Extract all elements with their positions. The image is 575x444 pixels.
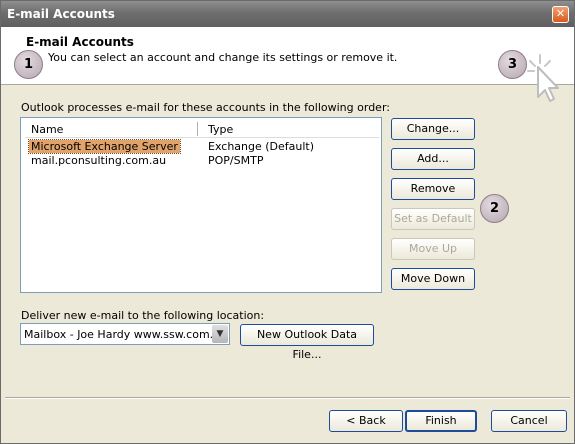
page-subtitle: You can select an account and change its… bbox=[48, 51, 398, 64]
account-row[interactable]: mail.pconsulting.com.au POP/SMTP bbox=[26, 154, 380, 168]
column-header-name[interactable]: Name bbox=[31, 123, 63, 136]
accounts-list[interactable]: Name Type Microsoft Exchange Server Exch… bbox=[20, 117, 382, 293]
callout-badge-2: 2 bbox=[480, 194, 509, 223]
move-up-button[interactable]: Move Up bbox=[391, 238, 475, 260]
delivery-location-value: Mailbox - Joe Hardy www.ssw.com.au bbox=[24, 328, 227, 341]
footer-divider bbox=[5, 397, 570, 399]
column-header-type[interactable]: Type bbox=[208, 123, 233, 136]
remove-button[interactable]: Remove bbox=[391, 178, 475, 200]
column-divider bbox=[197, 122, 198, 136]
delivery-location-select[interactable]: Mailbox - Joe Hardy www.ssw.com.au ▼ bbox=[20, 323, 230, 345]
back-button[interactable]: < Back bbox=[329, 410, 403, 432]
accounts-label: Outlook processes e-mail for these accou… bbox=[21, 101, 390, 114]
wizard-header: E-mail Accounts You can select an accoun… bbox=[1, 27, 574, 102]
new-data-file-label: New Outlook Data File... bbox=[256, 328, 358, 361]
account-name: mail.pconsulting.com.au bbox=[31, 154, 167, 167]
new-outlook-data-file-button[interactable]: New Outlook Data File... bbox=[240, 324, 374, 361]
deliver-location-label: Deliver new e-mail to the following loca… bbox=[21, 309, 265, 322]
back-button-label: < Back bbox=[346, 414, 386, 427]
account-type: POP/SMTP bbox=[208, 154, 264, 167]
move-down-label: Move Down bbox=[400, 272, 466, 285]
move-up-label: Move Up bbox=[408, 242, 458, 255]
finish-button[interactable]: Finish bbox=[405, 410, 477, 432]
account-name: Microsoft Exchange Server bbox=[28, 139, 181, 154]
change-button[interactable]: Change... bbox=[391, 118, 475, 140]
email-accounts-dialog: E-mail Accounts ✕ E-mail Accounts You ca… bbox=[0, 0, 575, 444]
remove-button-label: Remove bbox=[410, 182, 456, 195]
callout-badge-3: 3 bbox=[498, 50, 527, 79]
cancel-button-label: Cancel bbox=[510, 414, 548, 427]
account-row[interactable]: Microsoft Exchange Server Exchange (Defa… bbox=[26, 139, 380, 154]
title-bar: E-mail Accounts ✕ bbox=[1, 1, 574, 27]
account-type: Exchange (Default) bbox=[208, 140, 315, 153]
move-down-button[interactable]: Move Down bbox=[391, 268, 475, 290]
page-title: E-mail Accounts bbox=[26, 35, 134, 49]
close-icon: ✕ bbox=[555, 7, 566, 20]
header-divider bbox=[25, 137, 379, 138]
cursor-click-icon bbox=[527, 54, 559, 102]
add-button[interactable]: Add... bbox=[391, 148, 475, 170]
change-button-label: Change... bbox=[406, 122, 460, 135]
window-title: E-mail Accounts bbox=[7, 7, 115, 21]
set-as-default-button[interactable]: Set as Default bbox=[391, 208, 475, 230]
set-as-default-label: Set as Default bbox=[394, 212, 472, 225]
cancel-button[interactable]: Cancel bbox=[491, 410, 567, 432]
finish-button-label: Finish bbox=[425, 414, 457, 427]
callout-badge-1: 1 bbox=[14, 50, 43, 79]
close-button[interactable]: ✕ bbox=[552, 6, 569, 23]
add-button-label: Add... bbox=[417, 152, 449, 165]
chevron-down-icon[interactable]: ▼ bbox=[212, 325, 228, 343]
